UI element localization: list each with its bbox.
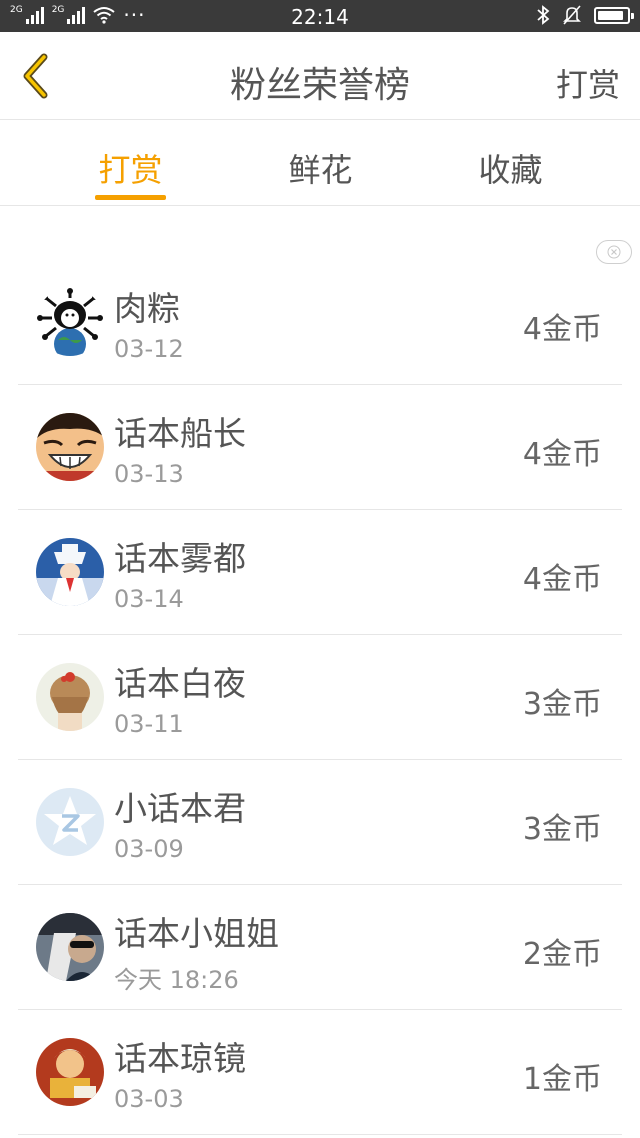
battery-fill bbox=[598, 10, 623, 20]
reward-amount: 2金币 bbox=[522, 937, 602, 972]
avatar bbox=[36, 913, 104, 981]
avatar bbox=[36, 288, 104, 356]
status-right bbox=[536, 5, 634, 25]
reward-date: 03-14 bbox=[114, 585, 184, 613]
bluetooth-icon bbox=[537, 5, 550, 25]
tab-bar: 打赏 鲜花 收藏 bbox=[0, 121, 640, 206]
close-icon bbox=[607, 245, 621, 259]
tab-favorites[interactable]: 收藏 bbox=[475, 145, 546, 191]
list-item[interactable]: 话本小姐姐 今天 18:26 2金币 bbox=[18, 885, 622, 1010]
avatar bbox=[36, 413, 104, 481]
reward-date: 03-12 bbox=[114, 335, 184, 363]
user-name: 话本小姐姐 bbox=[114, 914, 279, 953]
avatar bbox=[36, 538, 104, 606]
avatar bbox=[36, 663, 104, 731]
tab-flowers[interactable]: 鲜花 bbox=[285, 145, 356, 191]
list-item[interactable]: 话本白夜 03-11 3金币 bbox=[18, 635, 622, 760]
tab-reward[interactable]: 打赏 bbox=[95, 145, 166, 191]
nav-header: 粉丝荣誉榜 打赏 bbox=[0, 32, 640, 120]
avatar bbox=[36, 788, 104, 856]
list-item[interactable]: 话本琼镜 03-03 1金币 bbox=[18, 1010, 622, 1135]
user-name: 话本雾都 bbox=[114, 539, 246, 578]
list-item[interactable]: 话本船长 03-13 4金币 bbox=[18, 385, 622, 510]
reward-amount: 3金币 bbox=[522, 812, 602, 847]
reward-date: 03-13 bbox=[114, 460, 184, 488]
user-name: 话本船长 bbox=[114, 414, 246, 453]
reward-amount: 4金币 bbox=[522, 562, 602, 597]
list-item[interactable]: 话本雾都 03-14 4金币 bbox=[18, 510, 622, 635]
reward-amount: 4金币 bbox=[522, 312, 602, 347]
fan-ranking-list: 肉粽 03-12 4金币 话本船长 03-13 4金币 话本雾都 03-14 4… bbox=[0, 260, 640, 1135]
reward-amount: 1金币 bbox=[522, 1062, 602, 1097]
reward-date: 今天 18:26 bbox=[114, 966, 239, 994]
user-name: 话本琼镜 bbox=[114, 1039, 246, 1078]
reward-date: 03-03 bbox=[114, 1085, 184, 1113]
avatar bbox=[36, 1038, 104, 1106]
reward-amount: 4金币 bbox=[522, 437, 602, 472]
reward-amount: 3金币 bbox=[522, 687, 602, 722]
list-item[interactable]: 肉粽 03-12 4金币 bbox=[18, 260, 622, 385]
battery-icon bbox=[594, 6, 634, 24]
user-name: 小话本君 bbox=[114, 789, 246, 828]
reward-date: 03-11 bbox=[114, 710, 184, 738]
list-item[interactable]: 小话本君 03-09 3金币 bbox=[18, 760, 622, 885]
tab-active-indicator bbox=[95, 195, 166, 200]
page-title: 粉丝荣誉榜 bbox=[229, 65, 410, 106]
user-name: 话本白夜 bbox=[114, 664, 246, 703]
reward-date: 03-09 bbox=[114, 835, 184, 863]
status-bar: 2G 2G ··· 22:14 bbox=[0, 0, 640, 32]
user-name: 肉粽 bbox=[114, 289, 180, 328]
silent-icon bbox=[563, 5, 581, 25]
reward-button[interactable]: 打赏 bbox=[556, 60, 620, 106]
